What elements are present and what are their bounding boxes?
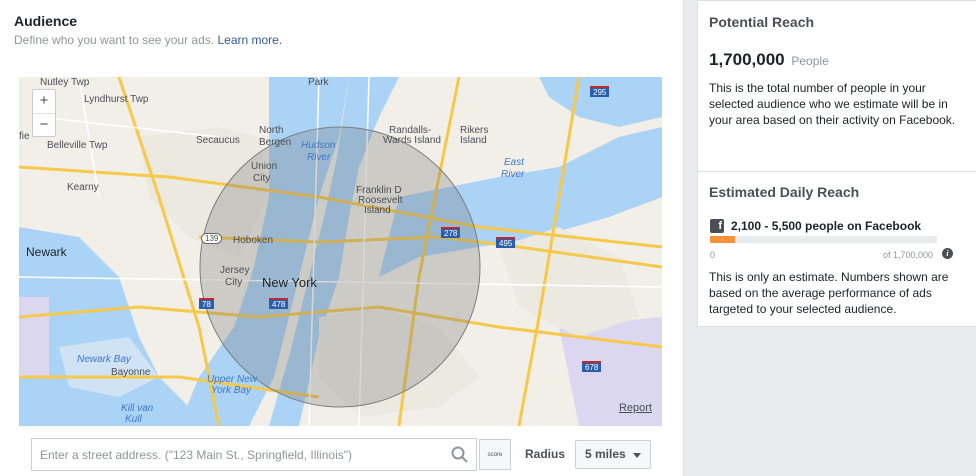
map-label-upper-bay: Upper New: [207, 374, 258, 385]
map-label-hudson-2: River: [307, 152, 331, 163]
potential-reach-title: Potential Reach: [709, 14, 815, 30]
zoom-in-button[interactable]: +: [33, 90, 55, 113]
shield-78-icon: 78: [199, 298, 214, 309]
map[interactable]: Nutley Twp Lyndhurst Twp Park fie Bellev…: [19, 77, 662, 426]
shield-495-icon: 495: [496, 237, 516, 248]
map-label-north-bergen-2: Bergen: [259, 137, 292, 148]
map-label-jersey-city: Jersey: [220, 265, 250, 276]
map-label-park: Park: [308, 77, 329, 88]
address-search-input[interactable]: [32, 439, 432, 470]
audience-title: Audience: [14, 13, 78, 29]
potential-reach-description: This is the total number of people in yo…: [709, 81, 956, 127]
map-label-bayonne: Bayonne: [111, 367, 151, 378]
daily-reach-bar-max: of 1,700,000: [883, 250, 934, 260]
audience-subtitle: Define who you want to see your ads. Lea…: [14, 33, 282, 47]
map-label-kearny: Kearny: [67, 182, 99, 193]
shield-278-icon: 278: [441, 227, 461, 238]
address-search: [31, 438, 477, 471]
shield-478-icon: 478: [269, 298, 289, 309]
shield-678-icon: 678: [582, 361, 602, 372]
shield-139-icon: 139: [201, 233, 223, 244]
audience-subtitle-text: Define who you want to see your ads.: [14, 33, 215, 47]
map-label-union-city: Union: [251, 161, 278, 172]
map-label-belleville: Belleville Twp: [47, 140, 108, 151]
map-label-fie: fie: [19, 131, 30, 142]
map-label-hudson: Hudson: [301, 140, 336, 151]
potential-reach-unit: People: [791, 54, 829, 68]
daily-reach-card: Estimated Daily Reach f 2,100 - 5,500 pe…: [697, 172, 976, 327]
search-icon[interactable]: [451, 446, 468, 468]
map-label-north-bergen: North: [259, 125, 284, 136]
learn-more-link[interactable]: Learn more.: [217, 33, 282, 47]
daily-reach-range: 2,100 - 5,500 people on Facebook: [731, 219, 922, 233]
potential-reach-value: 1,700,000 People: [709, 50, 829, 70]
radius-value: 5 miles: [585, 447, 626, 461]
map-label-new-york: New York: [262, 275, 317, 290]
radius-label: Radius: [525, 447, 566, 461]
info-icon[interactable]: i: [942, 248, 953, 259]
daily-reach-bar-fill: [710, 236, 735, 243]
zoom-control: + −: [32, 89, 56, 137]
potential-reach-number: 1,700,000: [709, 50, 785, 69]
zoom-out-button[interactable]: −: [33, 113, 55, 136]
score-button[interactable]: score: [479, 439, 511, 470]
daily-reach-bar-min: 0: [710, 250, 716, 260]
map-label-randalls-2: Wards Island: [383, 135, 441, 146]
radius-dropdown[interactable]: 5 miles: [575, 440, 651, 469]
map-label-secaucus: Secaucus: [196, 135, 240, 146]
map-label-jersey-city-2: City: [225, 277, 243, 288]
map-label-union-city-2: City: [253, 173, 271, 184]
map-label-east-river: East: [504, 157, 525, 168]
audience-panel: Audience Define who you want to see your…: [0, 0, 684, 476]
map-label-kill: Kill van: [121, 403, 154, 414]
daily-reach-bar: [710, 236, 937, 243]
map-label-franklin-3: Island: [364, 205, 391, 216]
report-link[interactable]: Report: [619, 402, 652, 414]
potential-reach-card: Potential Reach 1,700,000 People This is…: [697, 0, 976, 172]
map-label-east-river-2: River: [501, 169, 525, 180]
map-label-nutley: Nutley Twp: [40, 77, 90, 88]
shield-295-icon: 295: [590, 86, 610, 97]
map-label-rikers-2: Island: [460, 135, 487, 146]
facebook-icon: f: [710, 219, 724, 233]
map-label-newark: Newark: [26, 245, 67, 259]
map-label-newark-bay: Newark Bay: [77, 354, 131, 365]
daily-reach-description: This is only an estimate. Numbers shown …: [709, 270, 949, 316]
map-label-lyndhurst: Lyndhurst Twp: [84, 94, 149, 105]
map-label-upper-bay-2: York Bay: [211, 385, 252, 396]
map-label-hoboken: Hoboken: [233, 235, 274, 246]
daily-reach-title: Estimated Daily Reach: [709, 184, 860, 200]
chevron-down-icon: [633, 453, 641, 458]
map-label-kill-2: Kull: [125, 414, 142, 425]
